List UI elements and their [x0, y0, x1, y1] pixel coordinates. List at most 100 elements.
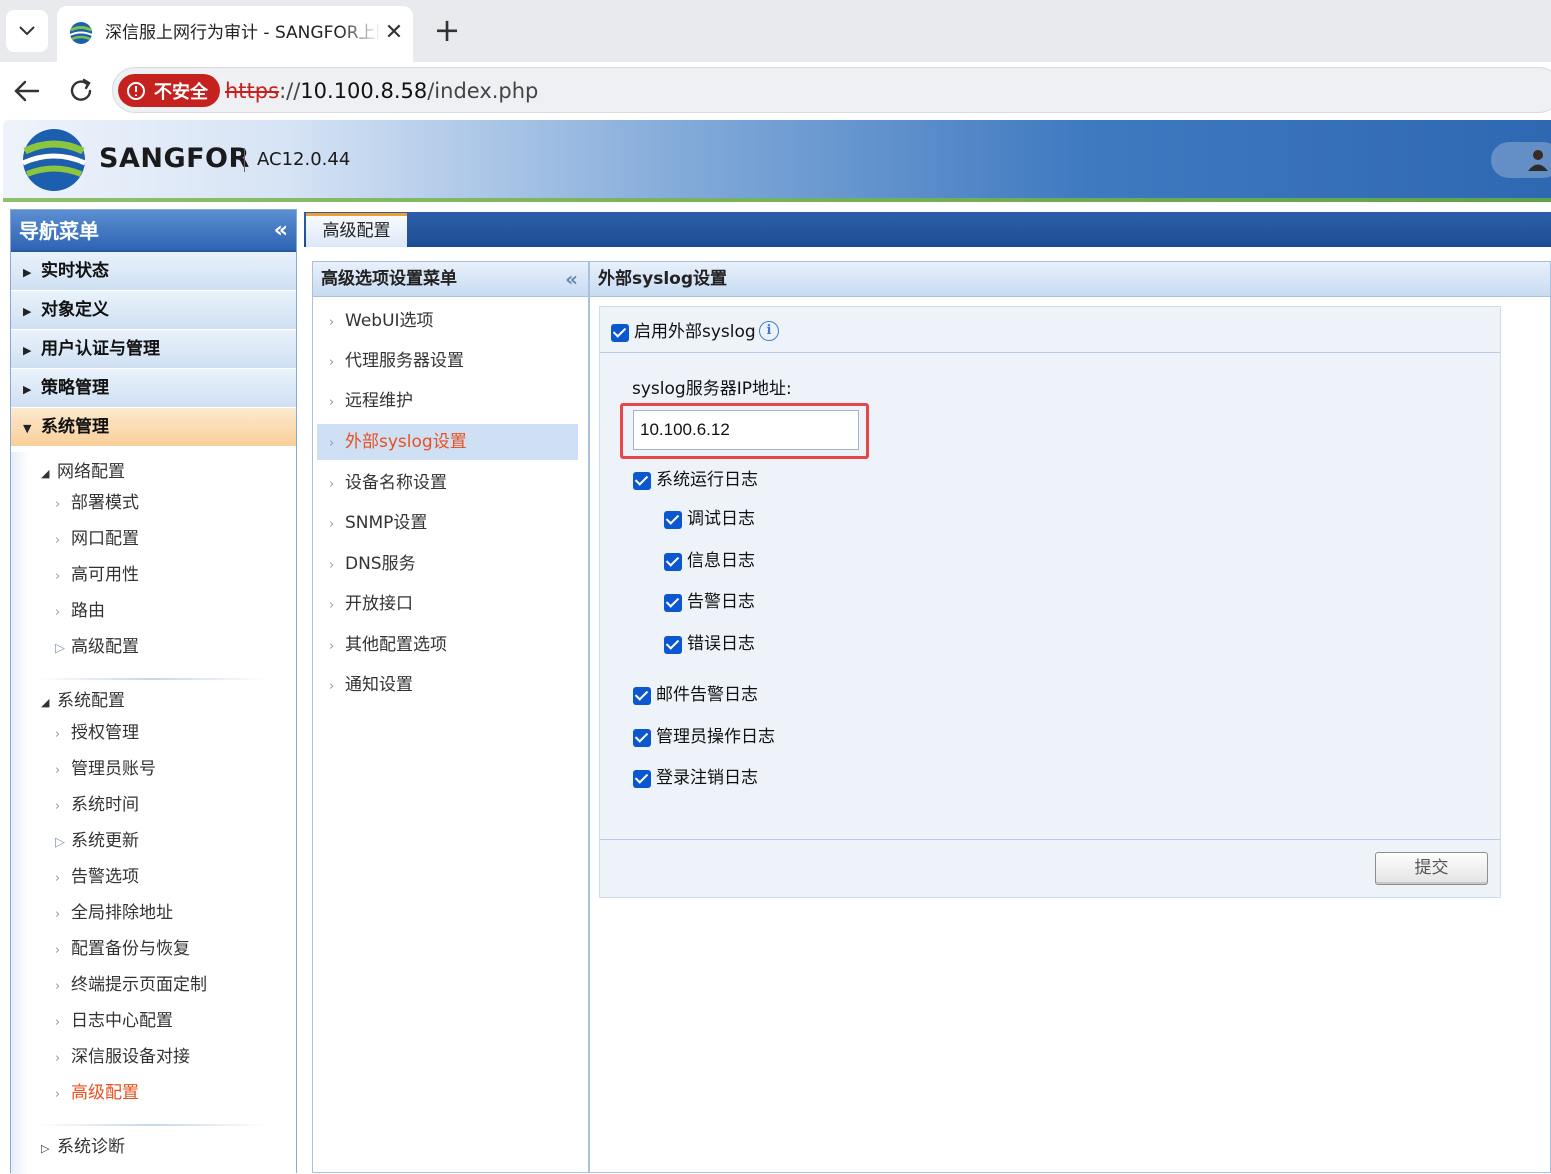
mail-alert-log-checkbox[interactable] [633, 687, 651, 705]
admin-operation-log-label: 管理员操作日志 [656, 727, 775, 747]
caret-right-icon: ▶ [23, 383, 32, 396]
chevron-right-icon: › [329, 639, 335, 654]
nav-category-label: 策略管理 [41, 378, 109, 398]
address-bar-row: 不安全 https://10.100.8.58/index.php [0, 62, 1551, 118]
close-tab-icon[interactable]: ✕ [383, 18, 405, 48]
tree-item-admin-accounts[interactable]: › 管理员账号 [55, 757, 156, 781]
nav-category-label: 用户认证与管理 [41, 339, 160, 359]
submenu-item-label: 代理服务器设置 [345, 351, 464, 371]
back-arrow-icon[interactable] [8, 72, 46, 110]
tree-group-system-config[interactable]: ◢ 系统配置 [41, 689, 125, 713]
tree-divider [37, 1124, 267, 1126]
system-run-log-label: 系统运行日志 [656, 470, 758, 490]
tree-item-device-docking[interactable]: › 深信服设备对接 [55, 1045, 190, 1069]
expanded-triangle-icon: ◢ [41, 696, 50, 709]
error-log-checkbox[interactable] [664, 636, 682, 654]
nav-category-user-auth[interactable]: ▶ 用户认证与管理 [11, 330, 296, 369]
chevron-right-icon: › [329, 558, 335, 573]
syslog-ip-input[interactable] [633, 410, 859, 450]
chevron-right-icon: › [329, 598, 335, 613]
submit-button[interactable]: 提交 [1375, 852, 1488, 885]
not-secure-chip[interactable]: 不安全 [118, 74, 220, 107]
nav-menu-header: 导航菜单 « [11, 210, 296, 252]
collapse-nav-icon[interactable]: « [274, 210, 288, 252]
tree-item-label: 日志中心配置 [71, 1011, 173, 1031]
warn-log-label: 告警日志 [687, 592, 755, 612]
submenu-item-dns[interactable]: › DNS服务 [317, 546, 578, 582]
tree-group-system-diagnosis[interactable]: ▷ 系统诊断 [41, 1135, 125, 1159]
nav-category-label: 实时状态 [41, 261, 109, 281]
submenu-item-snmp[interactable]: › SNMP设置 [317, 505, 578, 541]
nav-category-label: 对象定义 [41, 300, 109, 320]
system-management-tree: ◢ 网络配置 › 部署模式 › 网口配置 › 高可用性 › 路由 ▷ 高级配置 ◢ 系统配置 … [11, 452, 296, 1174]
tree-item-log-center[interactable]: › 日志中心配置 [55, 1009, 173, 1033]
tree-group-label: 系统诊断 [57, 1137, 125, 1157]
advanced-options-menu-title: 高级选项设置菜单 [321, 269, 457, 289]
tree-item-system-update[interactable]: ▷ 系统更新 [55, 829, 139, 853]
login-logout-log-checkbox[interactable] [633, 770, 651, 788]
tree-item-deploy-mode[interactable]: › 部署模式 [55, 491, 139, 515]
tab-search-button[interactable] [6, 10, 48, 52]
info-icon[interactable]: i [759, 321, 779, 341]
chevron-right-icon: › [55, 979, 61, 994]
tree-item-terminal-page[interactable]: › 终端提示页面定制 [55, 973, 207, 997]
tree-item-high-availability[interactable]: › 高可用性 [55, 563, 139, 587]
warn-log-checkbox[interactable] [664, 594, 682, 612]
reload-icon[interactable] [62, 72, 100, 110]
tree-group-network-config[interactable]: ◢ 网络配置 [41, 460, 125, 484]
submenu-item-label: SNMP设置 [345, 513, 428, 533]
caret-right-icon: ▶ [23, 266, 32, 279]
debug-log-checkbox[interactable] [664, 511, 682, 529]
user-avatar-icon[interactable] [1525, 146, 1551, 172]
tree-item-label: 系统更新 [71, 831, 139, 851]
nav-category-label: 系统管理 [41, 417, 109, 437]
tab-advanced-config[interactable]: 高级配置 [306, 213, 407, 247]
form-divider [600, 839, 1500, 840]
error-log-label: 错误日志 [687, 634, 755, 654]
nav-category-realtime-status[interactable]: ▶ 实时状态 [11, 252, 296, 291]
submenu-item-external-syslog[interactable]: › 外部syslog设置 [317, 424, 578, 460]
submenu-item-notification[interactable]: › 通知设置 [317, 667, 578, 703]
expanded-triangle-icon: ◢ [41, 467, 50, 480]
tree-item-system-time[interactable]: › 系统时间 [55, 793, 139, 817]
submenu-item-proxy[interactable]: › 代理服务器设置 [317, 343, 578, 379]
tree-item-backup-restore[interactable]: › 配置备份与恢复 [55, 937, 190, 961]
submenu-item-open-api[interactable]: › 开放接口 [317, 586, 578, 622]
tree-item-label: 管理员账号 [71, 759, 156, 779]
submenu-item-device-name[interactable]: › 设备名称设置 [317, 465, 578, 501]
submenu-item-webui[interactable]: › WebUI选项 [317, 303, 578, 339]
browser-tab-active[interactable]: 深信服上网行为审计 - SANGFOR上网行为审计 ✕ [57, 6, 413, 62]
nav-category-object-definition[interactable]: ▶ 对象定义 [11, 291, 296, 330]
tree-item-license[interactable]: › 授权管理 [55, 721, 139, 745]
tree-item-alert-options[interactable]: › 告警选项 [55, 865, 139, 889]
collapsed-triangle-icon: ▷ [55, 835, 65, 850]
tree-item-label: 系统时间 [71, 795, 139, 815]
tree-item-system-advanced[interactable]: › 高级配置 [55, 1081, 139, 1105]
tree-item-label: 授权管理 [71, 723, 139, 743]
new-tab-button[interactable]: + [430, 12, 464, 50]
chevron-right-icon: › [55, 497, 61, 512]
system-run-log-checkbox[interactable] [633, 472, 651, 490]
chevron-right-icon: › [55, 1015, 61, 1030]
submenu-item-remote-maintenance[interactable]: › 远程维护 [317, 383, 578, 419]
tree-item-port-config[interactable]: › 网口配置 [55, 527, 139, 551]
nav-category-policy[interactable]: ▶ 策略管理 [11, 369, 296, 408]
info-log-checkbox[interactable] [664, 553, 682, 571]
tree-item-label: 告警选项 [71, 867, 139, 887]
warning-shield-icon [127, 81, 145, 100]
url-text[interactable]: https://10.100.8.58/index.php [225, 77, 538, 105]
admin-operation-log-checkbox[interactable] [633, 729, 651, 747]
browser-tab-strip: 深信服上网行为审计 - SANGFOR上网行为审计 ✕ + [0, 0, 1551, 62]
nav-category-system-management[interactable]: ▼ 系统管理 [11, 408, 296, 447]
tree-item-label: 路由 [71, 601, 105, 621]
chevron-right-icon: › [55, 569, 61, 584]
chevron-down-icon [19, 26, 35, 36]
tree-item-global-exclusion[interactable]: › 全局排除地址 [55, 901, 173, 925]
tree-item-routing[interactable]: › 路由 [55, 599, 105, 623]
tree-group-label: 网络配置 [57, 462, 125, 482]
enable-syslog-checkbox[interactable] [611, 324, 629, 342]
omnibox[interactable]: 不安全 https://10.100.8.58/index.php [112, 67, 1551, 113]
tree-item-network-advanced[interactable]: ▷ 高级配置 [55, 635, 139, 659]
collapse-submenu-icon[interactable]: « [565, 262, 578, 297]
submenu-item-other-options[interactable]: › 其他配置选项 [317, 627, 578, 663]
